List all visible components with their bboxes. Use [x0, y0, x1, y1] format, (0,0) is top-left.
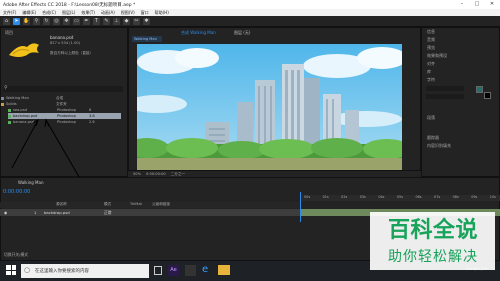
rotate-tool-icon[interactable]: ↻ — [43, 17, 50, 25]
col-trkmat: TrkMat — [130, 202, 142, 206]
file-explorer-icon[interactable] — [218, 265, 230, 275]
watermark-title: 百科全说 — [387, 218, 478, 243]
timeline-header: 源名称 模式 TrkMat 父级和链接 — [0, 202, 300, 208]
toggle-switches-modes[interactable]: 切换开关/模式 — [4, 252, 28, 258]
stroke-color-swatch[interactable] — [484, 92, 491, 99]
city-backdrop-image — [137, 44, 402, 172]
tab-layer[interactable]: 图层 (无) — [234, 30, 250, 36]
app-taskbar-icon[interactable] — [185, 265, 196, 276]
panel-effects-presets[interactable]: 效果和预设 — [427, 53, 447, 59]
composition-canvas[interactable] — [137, 44, 402, 172]
camera-tool-icon[interactable]: ◎ — [53, 17, 60, 25]
search-icon: ○ — [24, 266, 31, 274]
pan-behind-icon[interactable]: ✥ — [63, 17, 70, 25]
comp-subtab[interactable]: Walking Man — [132, 36, 162, 42]
menu-view[interactable]: 视图(V) — [121, 10, 135, 16]
layer-number: 1 — [34, 210, 37, 215]
layer-name[interactable]: backdrop.psd — [44, 210, 70, 215]
zoom-tool-icon[interactable]: ⚲ — [33, 17, 40, 25]
home-icon[interactable]: ⌂ — [3, 17, 10, 25]
rectangle-tool-icon[interactable]: ▭ — [73, 17, 80, 25]
font-select[interactable] — [426, 86, 464, 91]
selection-tool-icon[interactable]: ➤ — [13, 17, 20, 25]
menu-effect[interactable]: 效果(T) — [81, 10, 95, 16]
zoom-level[interactable]: 50% — [133, 172, 141, 176]
maximize-button[interactable]: □ — [470, 0, 484, 9]
minimize-button[interactable]: – — [455, 0, 469, 9]
col-mode: 模式 — [104, 202, 112, 206]
layer-mode[interactable]: 正常 — [104, 210, 112, 216]
panel-library[interactable]: 库 — [427, 69, 431, 75]
composition-icon — [1, 96, 4, 100]
task-view-icon[interactable] — [154, 266, 162, 275]
after-effects-taskbar-icon[interactable]: Ae — [168, 265, 179, 276]
windows-start-icon[interactable] — [6, 265, 16, 275]
panel-audio[interactable]: 音频 — [427, 37, 435, 43]
edge-browser-icon[interactable]: e — [202, 264, 208, 275]
taskbar-search-input[interactable]: ○ 在这里输入你要搜索的内容 — [21, 264, 149, 278]
table-row[interactable]: ◉ 1 backdrop.psd 正常 — [0, 209, 300, 216]
roto-tool-icon[interactable]: ✂ — [133, 17, 140, 25]
pen-tool-icon[interactable]: ✒ — [83, 17, 90, 25]
panel-paragraph[interactable]: 段落 — [427, 115, 435, 121]
tab-composition[interactable]: 合成 Walking Man — [181, 30, 216, 36]
playhead[interactable] — [300, 192, 301, 222]
col-parent: 父级和链接 — [152, 202, 170, 206]
close-button[interactable]: ✕ — [485, 0, 499, 9]
menu-composition[interactable]: 合成(C) — [42, 10, 56, 16]
selected-item-name: banana.psd — [50, 35, 74, 40]
search-placeholder: 在这里输入你要搜索的内容 — [35, 269, 89, 274]
col-source-name: 源名称 — [56, 202, 67, 206]
selected-item-dimensions: 827 x 534 (1.00) — [50, 41, 81, 45]
brush-tool-icon[interactable]: ✎ — [103, 17, 110, 25]
panel-preview[interactable]: 预览 — [427, 45, 435, 51]
folder-icon — [1, 102, 4, 106]
panel-content-aware-fill[interactable]: 内容识别填充 — [427, 143, 451, 149]
panel-tracker[interactable]: 跟踪器 — [427, 135, 439, 141]
title-bar: Adobe After Effects CC 2018 - F:\Lesson0… — [0, 0, 500, 9]
eraser-tool-icon[interactable]: ◆ — [123, 17, 130, 25]
search-icon: ⚲ — [4, 85, 8, 91]
timeline-tab[interactable]: Walking Man — [18, 180, 43, 185]
puppet-tool-icon[interactable]: ✱ — [143, 17, 150, 25]
hand-tool-icon[interactable]: ✋ — [23, 17, 30, 25]
font-style-select[interactable] — [426, 94, 464, 99]
menu-file[interactable]: 文件(F) — [3, 10, 16, 16]
project-search[interactable]: ⚲ — [3, 85, 123, 92]
menu-layer[interactable]: 图层(L) — [62, 10, 75, 16]
text-tool-icon[interactable]: T — [93, 17, 100, 25]
resolution-select[interactable]: 二分之一 — [171, 172, 185, 177]
selected-item-type: 数百万种以上颜色（直接） — [50, 51, 94, 55]
menu-animation[interactable]: 动画(A) — [101, 10, 115, 16]
fill-color-swatch[interactable] — [476, 86, 483, 93]
menu-window[interactable]: 窗口 — [141, 10, 149, 16]
menu-bar: 文件(F) 编辑(E) 合成(C) 图层(L) 效果(T) 动画(A) 视图(V… — [0, 9, 500, 16]
timeline-timecode[interactable]: 0:00:00:00 — [3, 189, 30, 195]
eye-icon[interactable]: ◉ — [4, 210, 7, 215]
menu-edit[interactable]: 编辑(E) — [22, 10, 36, 16]
banana-thumbnail — [5, 39, 45, 62]
panel-info[interactable]: 信息 — [427, 29, 435, 35]
time-ruler[interactable]: 00s 01s 02s 03s 04s 05s 06s 07s 08s 09s … — [300, 195, 500, 201]
panel-character[interactable]: 字符 — [427, 77, 435, 83]
menu-help[interactable]: 帮助(H) — [155, 10, 169, 16]
comp-timecode[interactable]: 0:00:00:00 — [146, 172, 166, 176]
watermark-logo: 百科全说 助你轻松解决 — [370, 212, 495, 270]
watermark-subtitle: 助你轻松解决 — [388, 249, 478, 265]
tools-toolbar: ⌂ ➤ ✋ ⚲ ↻ ◎ ✥ ▭ ✒ T ✎ ⊥ ◆ ✂ ✱ — [0, 16, 500, 27]
panel-align[interactable]: 对齐 — [427, 61, 435, 67]
composition-footer: 50% 0:00:00:00 二分之一 — [128, 170, 421, 177]
project-tab[interactable]: 项目 — [5, 30, 13, 36]
window-title: Adobe After Effects CC 2018 - F:\Lesson0… — [3, 2, 136, 8]
stamp-tool-icon[interactable]: ⊥ — [113, 17, 120, 25]
